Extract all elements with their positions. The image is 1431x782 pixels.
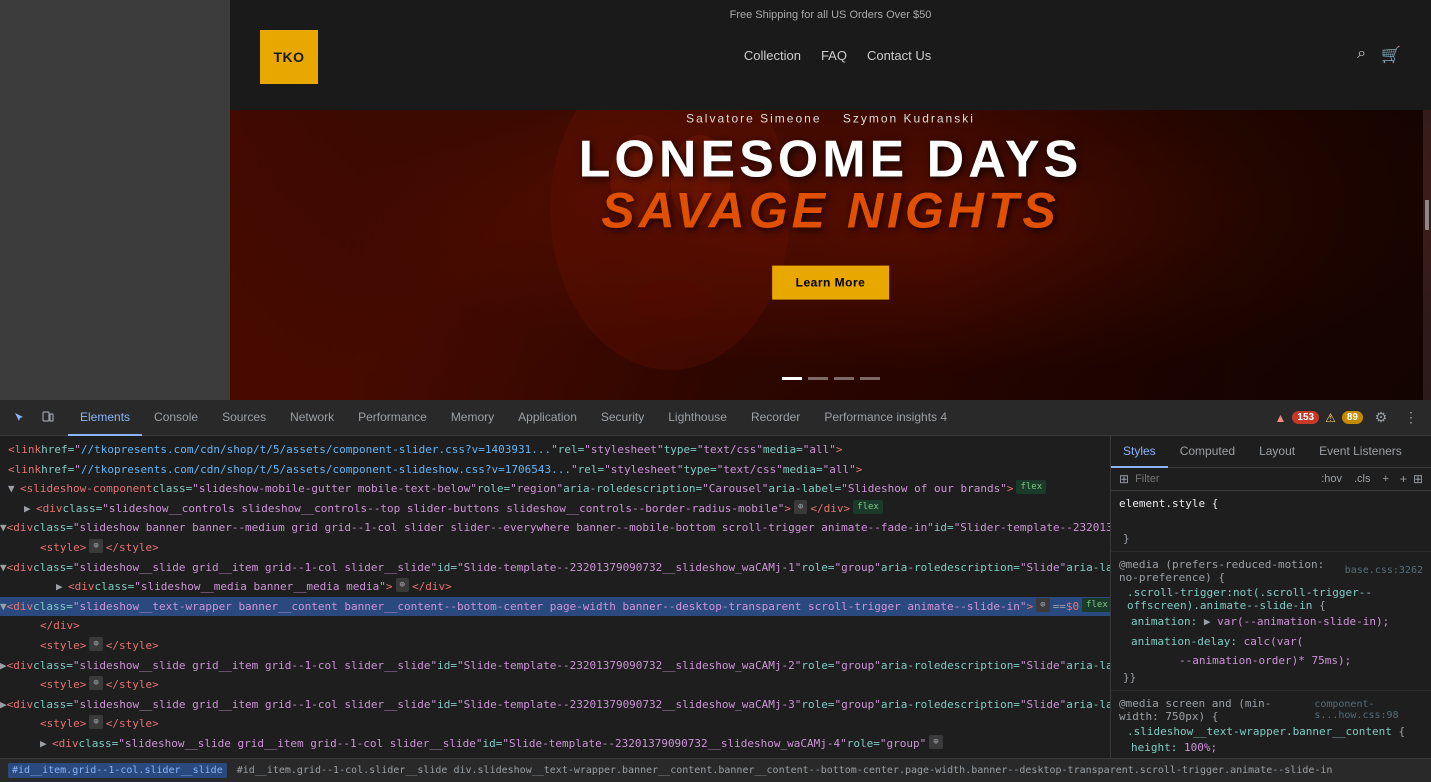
breadcrumb-item-text-wrapper[interactable]: #id__item.grid--1-col.slider__slide div.… [233, 763, 1337, 778]
html-line[interactable]: ▶ <div class="slideshow__media banner__m… [0, 577, 1110, 597]
tab-lighthouse[interactable]: Lighthouse [656, 400, 739, 436]
elements-panel: <link href="//tkopresents.com/cdn/shop/t… [0, 436, 1111, 758]
hero-cta-button[interactable]: Learn More [772, 266, 890, 300]
tab-recorder[interactable]: Recorder [739, 400, 812, 436]
html-line[interactable]: ▼ <slideshow-component class="slideshow-… [0, 479, 1110, 499]
tab-layout[interactable]: Layout [1247, 436, 1307, 468]
html-code[interactable]: <link href="//tkopresents.com/cdn/shop/t… [0, 436, 1110, 758]
tab-network[interactable]: Network [278, 400, 346, 436]
html-line[interactable]: ▼ <div class="slideshow banner banner--m… [0, 518, 1110, 538]
tab-security[interactable]: Security [589, 400, 656, 436]
hero-dots [782, 377, 880, 380]
hero-dot-1[interactable] [782, 377, 802, 380]
tab-performance-insights[interactable]: Performance insights 4 [812, 400, 959, 436]
html-line[interactable]: <style> ⊕ </style> [0, 538, 1110, 558]
tab-elements[interactable]: Elements [68, 400, 142, 436]
hov-button[interactable]: :hov [1318, 472, 1345, 486]
devtools-panel: Elements Console Sources Network Perform… [0, 400, 1431, 782]
styles-filter-bar: ⊞ :hov .cls + + ⊞ [1111, 468, 1431, 491]
devtools-toolbar: Elements Console Sources Network Perform… [0, 400, 1431, 436]
website-preview: Free Shipping for all US Orders Over $50… [0, 0, 1431, 400]
tab-application[interactable]: Application [506, 400, 589, 436]
html-line[interactable]: ▶ <div class="slideshow__slide grid__ite… [0, 695, 1110, 715]
search-icon[interactable]: ⌕ [1357, 45, 1366, 65]
cls-button[interactable]: .cls [1351, 472, 1374, 486]
triangle-icon: ▲ [1275, 411, 1287, 425]
css-rule-element-style: element.style { } [1111, 491, 1431, 552]
shipping-banner: Free Shipping for all US Orders Over $50 [230, 0, 1431, 30]
hero-dot-4[interactable] [860, 377, 880, 380]
html-line[interactable]: <style> ⊕ </style> [0, 675, 1110, 695]
devtools-breadcrumb: #id__item.grid--1-col.slider__slide #id_… [0, 758, 1431, 782]
styles-content: element.style { } @media (prefers-reduce… [1111, 491, 1431, 758]
html-line[interactable]: ▼ <div class="slideshow__slide grid__ite… [0, 558, 1110, 578]
html-line[interactable]: <link href="//tkopresents.com/cdn/shop/t… [0, 460, 1110, 480]
filter-icon: ⊞ [1119, 472, 1129, 486]
warning-badge: 89 [1342, 411, 1363, 424]
styles-filter-input[interactable] [1135, 473, 1312, 485]
hero-text: Salvatore Simeone Szymon Kudranski LONES… [579, 112, 1083, 300]
tab-performance[interactable]: Performance [346, 400, 439, 436]
add-style-button[interactable]: + [1379, 472, 1391, 486]
tab-styles[interactable]: Styles [1111, 436, 1168, 468]
hero-scrollbar-thumb [1425, 200, 1429, 230]
hero-dot-3[interactable] [834, 377, 854, 380]
devtools-toolbar-right: ▲ 153 ⚠ 89 ⚙ ⋮ [1275, 406, 1423, 430]
left-gray-panel [0, 0, 230, 400]
html-line[interactable]: <link href="//tkopresents.com/cdn/shop/t… [0, 440, 1110, 460]
breadcrumb-item-grid[interactable]: #id__item.grid--1-col.slider__slide [8, 763, 227, 778]
settings-icon[interactable]: ⚙ [1369, 406, 1393, 430]
nav-links: Collection FAQ Contact Us [744, 48, 931, 63]
html-line-highlighted[interactable]: ▼ <div class="slideshow__text-wrapper ba… [0, 597, 1110, 617]
nav-faq[interactable]: FAQ [821, 48, 847, 63]
tab-memory[interactable]: Memory [439, 400, 506, 436]
warning-icon: ⚠ [1325, 411, 1336, 425]
cart-icon[interactable]: 🛒 [1381, 45, 1401, 65]
hero-dot-2[interactable] [808, 377, 828, 380]
new-property-icon[interactable]: ⊞ [1413, 472, 1423, 486]
html-line[interactable]: <style> ⊕ </style> [0, 636, 1110, 656]
devtools-body: <link href="//tkopresents.com/cdn/shop/t… [0, 436, 1431, 758]
tab-console[interactable]: Console [142, 400, 210, 436]
site-logo[interactable]: TKO [260, 26, 318, 84]
new-style-rule-icon[interactable]: + [1400, 472, 1407, 486]
tab-event-listeners[interactable]: Event Listeners [1307, 436, 1414, 468]
styles-panel: Styles Computed Layout Event Listeners ⊞… [1111, 436, 1431, 758]
tab-computed[interactable]: Computed [1168, 436, 1247, 468]
hero-authors: Salvatore Simeone Szymon Kudranski [579, 112, 1083, 126]
html-line[interactable]: </div> [0, 616, 1110, 636]
html-line[interactable]: ▶ <div class="slideshow__slide grid__ite… [0, 734, 1110, 754]
hero-title-sub: Savage Nights [579, 186, 1083, 236]
html-line[interactable]: ▶ <div class="slideshow__controls slides… [0, 499, 1110, 519]
tab-sources[interactable]: Sources [210, 400, 278, 436]
shipping-text: Free Shipping for all US Orders Over $50 [730, 9, 932, 21]
nav-collection[interactable]: Collection [744, 48, 801, 63]
more-options-icon[interactable]: ⋮ [1399, 406, 1423, 430]
css-rule-media-750px: @media screen and (min-width: 750px) { c… [1111, 691, 1431, 758]
svg-text:TKO: TKO [273, 49, 304, 65]
nav-contact[interactable]: Contact Us [867, 48, 931, 63]
inspect-element-icon[interactable] [8, 406, 32, 430]
css-rule-media-reduced-motion: @media (prefers-reduced-motion: no-prefe… [1111, 552, 1431, 691]
nav-icons: ⌕ 🛒 [1357, 45, 1401, 65]
html-line[interactable]: ▶ <div class="slideshow__slide grid__ite… [0, 656, 1110, 676]
device-toolbar-icon[interactable] [36, 406, 60, 430]
styles-tabs: Styles Computed Layout Event Listeners [1111, 436, 1431, 468]
hero-title-main: LONESOME DAYS [579, 134, 1083, 186]
error-badge: 153 [1292, 411, 1319, 424]
html-line[interactable]: <style> ⊕ </style> [0, 714, 1110, 734]
devtools-icons-left [8, 406, 60, 430]
